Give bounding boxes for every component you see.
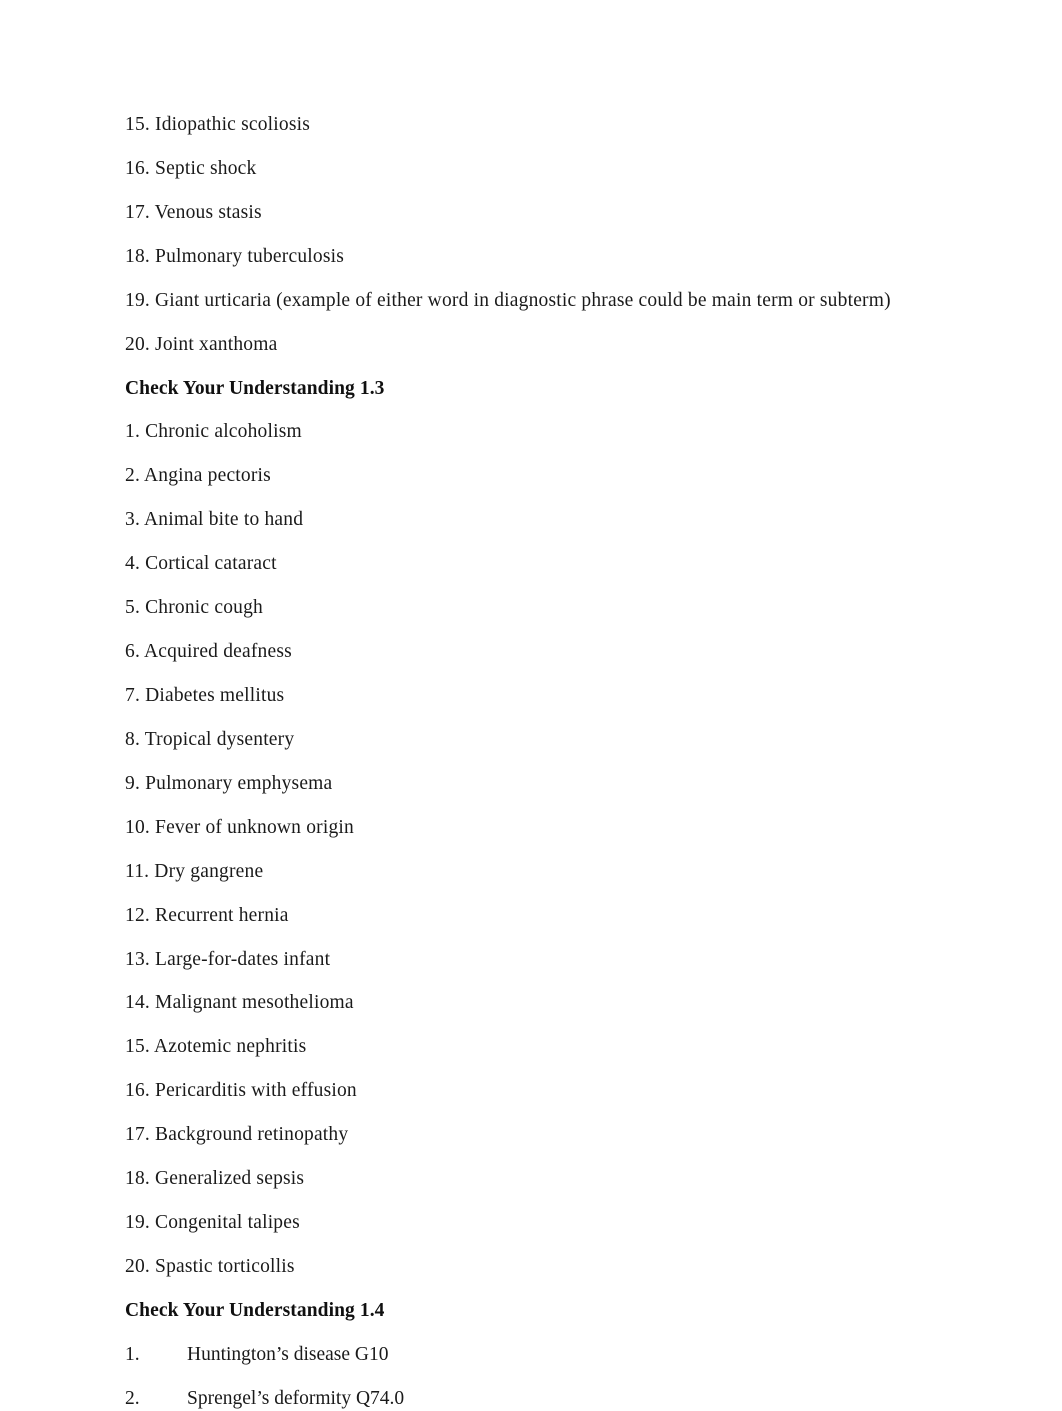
- answer-item: 6. Acquired deafness: [125, 641, 292, 663]
- answer-item: 15. Azotemic nephritis: [125, 1036, 307, 1058]
- answer-item: 18. Generalized sepsis: [125, 1168, 305, 1190]
- answer-group-cyu-1-2-continued: 15. Idiopathic scoliosis 16. Septic shoc…: [125, 112, 937, 357]
- answer-item: 8. Tropical dysentery: [125, 728, 295, 750]
- answer-item: 19. Giant urticaria (example of either w…: [125, 289, 891, 311]
- answer-item: 13. Large-for-dates infant: [125, 948, 331, 970]
- answer-item: 5. Chronic cough: [125, 597, 263, 619]
- answer-item-number: 2.: [125, 1387, 140, 1409]
- answer-item: 7. Diabetes mellitus: [125, 684, 285, 706]
- answer-item: 17. Background retinopathy: [125, 1124, 349, 1146]
- answer-item: 14. Malignant mesothelioma: [125, 992, 354, 1014]
- answer-item: 18. Pulmonary tuberculosis: [125, 245, 345, 267]
- answer-item: 1. Chronic alcoholism: [125, 421, 302, 443]
- answer-item-tabbed: 2. Sprengel’s deformity Q74.0: [125, 1386, 937, 1411]
- answer-item: 17. Venous stasis: [125, 201, 262, 223]
- answer-item: 12. Recurrent hernia: [125, 904, 289, 926]
- answer-group-cyu-1-3: 1. Chronic alcoholism 2. Angina pectoris…: [125, 419, 937, 1279]
- section-heading-cyu-1-4: Check Your Understanding 1.4: [125, 1299, 385, 1321]
- answer-item: 19. Congenital talipes: [125, 1212, 300, 1234]
- answer-item-tabbed: 1. Huntington’s disease G10: [125, 1342, 937, 1368]
- answer-item: 10. Fever of unknown origin: [125, 816, 354, 838]
- answer-item: 16. Septic shock: [125, 157, 257, 179]
- answer-group-cyu-1-4: 1. Huntington’s disease G10 2. Sprengel’s …: [125, 1342, 937, 1411]
- answer-item: 20. Spastic torticollis: [125, 1255, 295, 1277]
- answer-item: 11. Dry gangrene: [125, 860, 264, 882]
- answer-item: 9. Pulmonary emphysema: [125, 772, 333, 794]
- answer-item: 15. Idiopathic scoliosis: [125, 114, 311, 135]
- answer-item-number: 1.: [125, 1343, 140, 1365]
- answer-item: 20. Joint xanthoma: [125, 333, 278, 355]
- answer-item: 3. Animal bite to hand: [125, 509, 304, 531]
- section-heading-cyu-1-3: Check Your Understanding 1.3: [125, 377, 385, 399]
- document-body: 15. Idiopathic scoliosis 16. Septic shoc…: [125, 112, 937, 1411]
- answer-item: 2. Angina pectoris: [125, 465, 271, 487]
- answer-item-text: Huntington’s disease G10: [187, 1343, 389, 1365]
- document-page: 15. Idiopathic scoliosis 16. Septic shoc…: [0, 0, 1062, 1409]
- answer-item: 16. Pericarditis with effusion: [125, 1080, 357, 1102]
- answer-item: 4. Cortical cataract: [125, 553, 277, 575]
- answer-item-text: Sprengel’s deformity Q74.0: [187, 1387, 405, 1409]
